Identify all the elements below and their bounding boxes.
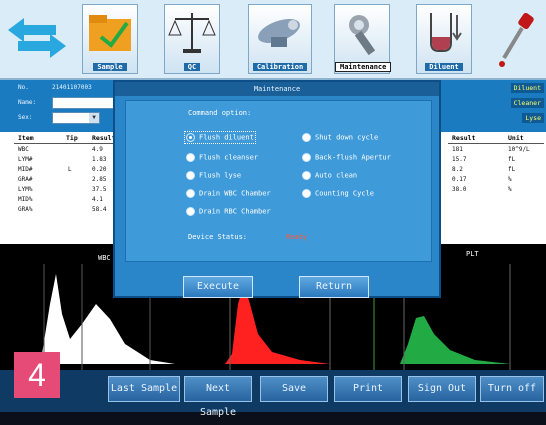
sex-select[interactable]: ▼	[52, 112, 100, 124]
option-drain-wbc-chamber[interactable]: Drain WBC Chamber	[186, 189, 271, 198]
right-row-value: 38.0	[452, 186, 467, 193]
qc-label: QC	[183, 63, 201, 71]
radio-icon	[186, 207, 195, 216]
option-back-flush-aperture[interactable]: Back-flush Apertur	[302, 153, 391, 162]
option-flush-cleanser[interactable]: Flush cleanser	[186, 153, 258, 162]
radio-icon	[186, 189, 195, 198]
row-value: 1.83	[92, 156, 107, 163]
wbc-histogram-label: WBC	[98, 254, 111, 262]
right-row-value: 181	[452, 146, 463, 153]
command-options-panel: Command option: Flush diluent Flush clea…	[125, 100, 432, 262]
turn-off-button[interactable]: Turn off	[480, 376, 544, 402]
return-button[interactable]: Return	[299, 276, 369, 298]
right-row-value: 8.2	[452, 166, 463, 173]
sample-no-label: No.	[18, 84, 29, 91]
footer-toolbar: Last Sample Next Sample Save Print Sign …	[0, 370, 546, 418]
name-field[interactable]	[52, 97, 116, 109]
row-item: GRA#	[18, 176, 33, 183]
cleaner-status-tag: Cleaner	[510, 98, 544, 108]
name-label: Name:	[18, 99, 37, 106]
sign-out-button[interactable]: Sign Out	[408, 376, 476, 402]
last-sample-button[interactable]: Last Sample	[108, 376, 180, 402]
sample-label: Sample	[93, 63, 127, 71]
row-item: MID%	[18, 196, 33, 203]
maintenance-label: Maintenance	[335, 62, 392, 72]
row-item: LYM#	[18, 156, 33, 163]
maintenance-button[interactable]: Maintenance	[334, 4, 392, 74]
row-item: MID#	[18, 166, 33, 173]
radio-icon	[186, 153, 195, 162]
diluent-label: Diluent	[425, 63, 463, 71]
diluent-bottle-icon	[430, 13, 462, 52]
option-flush-lyse[interactable]: Flush lyse	[186, 171, 241, 180]
folder-icon	[89, 15, 131, 51]
figure-number-badge: 4	[14, 352, 60, 398]
radio-icon	[186, 171, 195, 180]
next-sample-button[interactable]: Next Sample	[184, 376, 252, 418]
row-value: 4.1	[92, 196, 103, 203]
plt-histogram-label: PLT	[466, 250, 479, 258]
sample-no-value: 21401107003	[52, 84, 92, 91]
diluent-button[interactable]: Diluent	[416, 4, 472, 74]
qc-button[interactable]: QC	[164, 4, 220, 74]
right-row-unit: %	[508, 176, 512, 183]
row-value: 2.85	[92, 176, 107, 183]
balance-scale-icon	[168, 13, 216, 53]
calibration-button[interactable]: Calibration	[248, 4, 312, 74]
microscope-icon	[258, 18, 300, 47]
dialog-title: Maintenance	[115, 82, 439, 96]
right-row-unit: fL	[508, 166, 516, 173]
right-row-value: 0.17	[452, 176, 467, 183]
column-header-tip: Tip	[66, 134, 78, 142]
row-item: LYM%	[18, 186, 33, 193]
radio-icon	[302, 189, 311, 198]
radio-icon	[302, 133, 311, 142]
row-value: 4.9	[92, 146, 103, 153]
toolbar: Sample QC Calibration Maintenance Diluen…	[0, 0, 546, 80]
row-value: 37.5	[92, 186, 107, 193]
row-item: WBC	[18, 146, 29, 153]
column-header-result: Result	[92, 134, 116, 142]
right-row-unit: 10^9/L	[508, 146, 530, 153]
radio-selected-icon	[186, 133, 195, 142]
right-row-unit: %	[508, 186, 512, 193]
column-header-result-right: Result	[452, 134, 476, 142]
command-option-heading: Command option:	[188, 109, 252, 117]
calibration-label: Calibration	[252, 63, 308, 71]
option-counting-cycle[interactable]: Counting Cycle	[302, 189, 374, 198]
wrench-icon	[349, 15, 376, 56]
plt-histogram-curve	[400, 316, 510, 364]
device-status-label: Device Status:	[188, 233, 248, 241]
chevron-down-icon: ▼	[89, 113, 99, 123]
sample-button[interactable]: Sample	[82, 4, 138, 74]
diluent-status-tag: Diluent	[510, 83, 544, 93]
swap-arrows-icon[interactable]	[6, 16, 68, 60]
column-header-unit: Unit	[508, 134, 524, 142]
row-item: GRA%	[18, 206, 33, 213]
device-status-value: Ready	[286, 233, 308, 241]
right-row-unit: fL	[508, 156, 516, 163]
option-auto-clean[interactable]: Auto clean	[302, 171, 357, 180]
row-tip: L	[68, 166, 72, 173]
radio-icon	[302, 153, 311, 162]
row-value: 58.4	[92, 206, 107, 213]
lyse-status-tag: Lyse	[522, 113, 544, 123]
row-value: 0.20	[92, 166, 107, 173]
option-shut-down-cycle[interactable]: Shut down cycle	[302, 133, 378, 142]
sex-label: Sex:	[18, 114, 33, 121]
option-flush-diluent[interactable]: Flush diluent	[184, 131, 256, 144]
maintenance-dialog: Maintenance Command option: Flush diluen…	[113, 80, 441, 298]
dropper-icon[interactable]	[494, 10, 542, 72]
execute-button[interactable]: Execute	[183, 276, 253, 298]
column-header-item: Item	[18, 134, 34, 142]
radio-icon	[302, 171, 311, 180]
right-row-value: 15.7	[452, 156, 467, 163]
print-button[interactable]: Print	[334, 376, 402, 402]
option-drain-rbc-chamber[interactable]: Drain RBC Chamber	[186, 207, 271, 216]
save-button[interactable]: Save	[260, 376, 328, 402]
